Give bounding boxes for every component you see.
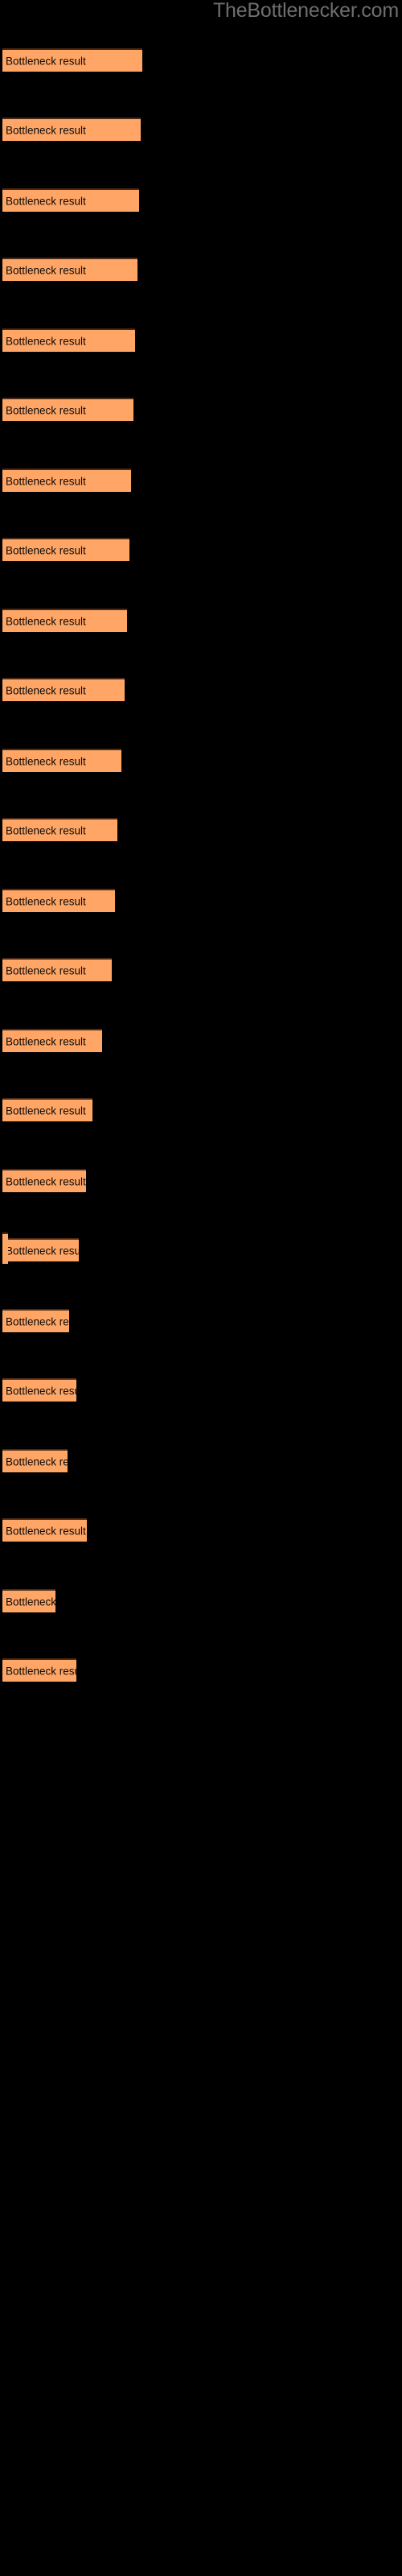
bar[interactable]: Bottleneck result [2,1238,79,1261]
bar-label: Bottleneck result [6,1665,76,1677]
bar-label: Bottleneck result [6,895,86,907]
bar-label: Bottleneck result [6,335,86,347]
bar[interactable]: Bottleneck result [2,889,115,912]
bar-label: Bottleneck result [6,475,86,487]
bar[interactable]: Bottleneck result [2,1518,87,1542]
bar[interactable]: Bottleneck result [2,469,131,492]
bar[interactable]: Bottleneck result [2,818,117,841]
bar[interactable]: Bottleneck result [2,1169,86,1192]
bar-series: Bottleneck result Bottleneck result Bottle… [0,0,402,1771]
bar-label: Bottleneck result [6,544,86,556]
legend-color-swatch [2,1232,8,1264]
bar[interactable]: Bottleneck result [2,48,142,72]
bar[interactable]: Bottleneck result [2,609,127,632]
bar-label: Bottleneck result [6,964,86,976]
bar-label: Bottleneck result [6,1315,69,1327]
bar-label: Bottleneck result [6,1596,55,1608]
bar-label: Bottleneck result [6,684,86,696]
bar-label: Bottleneck result [6,1455,68,1468]
bar-label: Bottleneck result [6,195,86,207]
bar-label: Bottleneck result [6,1525,86,1537]
bar-label: Bottleneck result [6,1245,79,1257]
bar-label: Bottleneck result [6,55,86,67]
bar[interactable]: Bottleneck result [2,678,125,701]
bar[interactable]: Bottleneck result [2,1029,102,1052]
bar-label: Bottleneck result [6,1104,86,1117]
bar-label: Bottleneck result [6,124,86,136]
bar-label: Bottleneck result [6,824,86,836]
bar-label: Bottleneck result [6,404,86,416]
bar[interactable]: Bottleneck result [2,398,133,421]
bar[interactable]: Bottleneck result [2,1378,76,1402]
bar[interactable]: Bottleneck result [2,328,135,352]
bar-label: Bottleneck result [6,1035,86,1047]
bottleneck-chart: TheBottlenecker.com Bottleneck result Bot… [0,0,402,2576]
bar[interactable]: Bottleneck result [2,118,141,141]
bar[interactable]: Bottleneck result [2,1658,76,1682]
bar[interactable]: Bottleneck result [2,1098,92,1121]
bar[interactable]: Bottleneck result [2,538,129,561]
bar-label: Bottleneck result [6,615,86,627]
bar[interactable]: Bottleneck result [2,258,137,281]
bar-label: Bottleneck result [6,1175,86,1187]
bar-label: Bottleneck result [6,755,86,767]
bar[interactable]: Bottleneck result [2,1449,68,1472]
bar[interactable]: Bottleneck result [2,749,121,772]
bar-label: Bottleneck result [6,264,86,276]
bar[interactable]: Bottleneck result [2,1589,55,1612]
bar-label: Bottleneck result [6,1385,76,1397]
bar[interactable]: Bottleneck result [2,958,112,981]
bar[interactable]: Bottleneck result [2,188,139,212]
bar[interactable]: Bottleneck result [2,1309,69,1332]
